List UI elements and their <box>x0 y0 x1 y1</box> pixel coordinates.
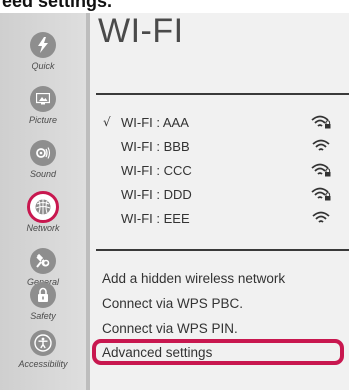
sidebar-item-accessibility[interactable]: Accessibility <box>0 330 86 384</box>
network-row-ccc[interactable]: WI-FI : CCC <box>96 159 349 183</box>
general-icon <box>30 248 56 274</box>
add-hidden-network-option[interactable]: Add a hidden wireless network <box>102 271 285 286</box>
wps-pbc-option[interactable]: Connect via WPS PBC. <box>102 296 243 311</box>
network-row-bbb[interactable]: WI-FI : BBB <box>96 135 349 159</box>
wifi-secured-icon <box>311 187 331 201</box>
lock-icon <box>30 282 56 308</box>
quick-icon <box>30 32 56 58</box>
network-name: WI-FI : BBB <box>121 139 190 154</box>
sidebar-item-label: Sound <box>29 169 57 179</box>
network-icon <box>27 191 59 223</box>
wps-pin-option[interactable]: Connect via WPS PIN. <box>102 321 238 336</box>
sidebar-item-quick[interactable]: Quick <box>0 32 86 86</box>
sidebar-item-label: Network <box>26 223 60 233</box>
page-title: WI-FI <box>98 12 184 50</box>
selection-highlight <box>92 339 344 365</box>
sidebar-divider <box>86 0 90 390</box>
divider <box>96 93 349 95</box>
network-row-eee[interactable]: WI-FI : EEE <box>96 207 349 231</box>
accessibility-icon <box>30 330 56 356</box>
wifi-secured-icon <box>311 115 331 129</box>
sidebar-item-picture[interactable]: Picture <box>0 86 86 140</box>
wifi-icon <box>312 139 330 151</box>
network-name: WI-FI : CCC <box>121 163 192 178</box>
sidebar-item-label: Accessibility <box>18 359 68 369</box>
sidebar-item-label: Quick <box>31 61 55 71</box>
connected-check-icon: √ <box>103 115 111 129</box>
sidebar-item-safety[interactable]: Safety <box>0 282 86 336</box>
sidebar-item-network[interactable]: Network <box>0 191 86 248</box>
sidebar-item-sound[interactable]: Sound <box>0 140 86 194</box>
sidebar-item-label: Picture <box>28 115 57 125</box>
sidebar-item-label: Safety <box>30 311 56 321</box>
wifi-icon <box>312 211 330 223</box>
network-name: WI-FI : AAA <box>121 115 189 130</box>
tv-settings-screen: Quick Picture Sound Network General <box>0 0 349 390</box>
wifi-secured-icon <box>311 163 331 177</box>
divider <box>96 249 349 251</box>
picture-icon <box>30 86 56 112</box>
caption-text: eed settings. <box>0 0 349 13</box>
settings-sidebar: Quick Picture Sound Network General <box>0 0 86 390</box>
network-name: WI-FI : EEE <box>121 211 190 226</box>
sound-icon <box>30 140 56 166</box>
network-row-ddd[interactable]: WI-FI : DDD <box>96 183 349 207</box>
network-row-aaa[interactable]: √ WI-FI : AAA <box>96 111 349 135</box>
network-name: WI-FI : DDD <box>121 187 192 202</box>
